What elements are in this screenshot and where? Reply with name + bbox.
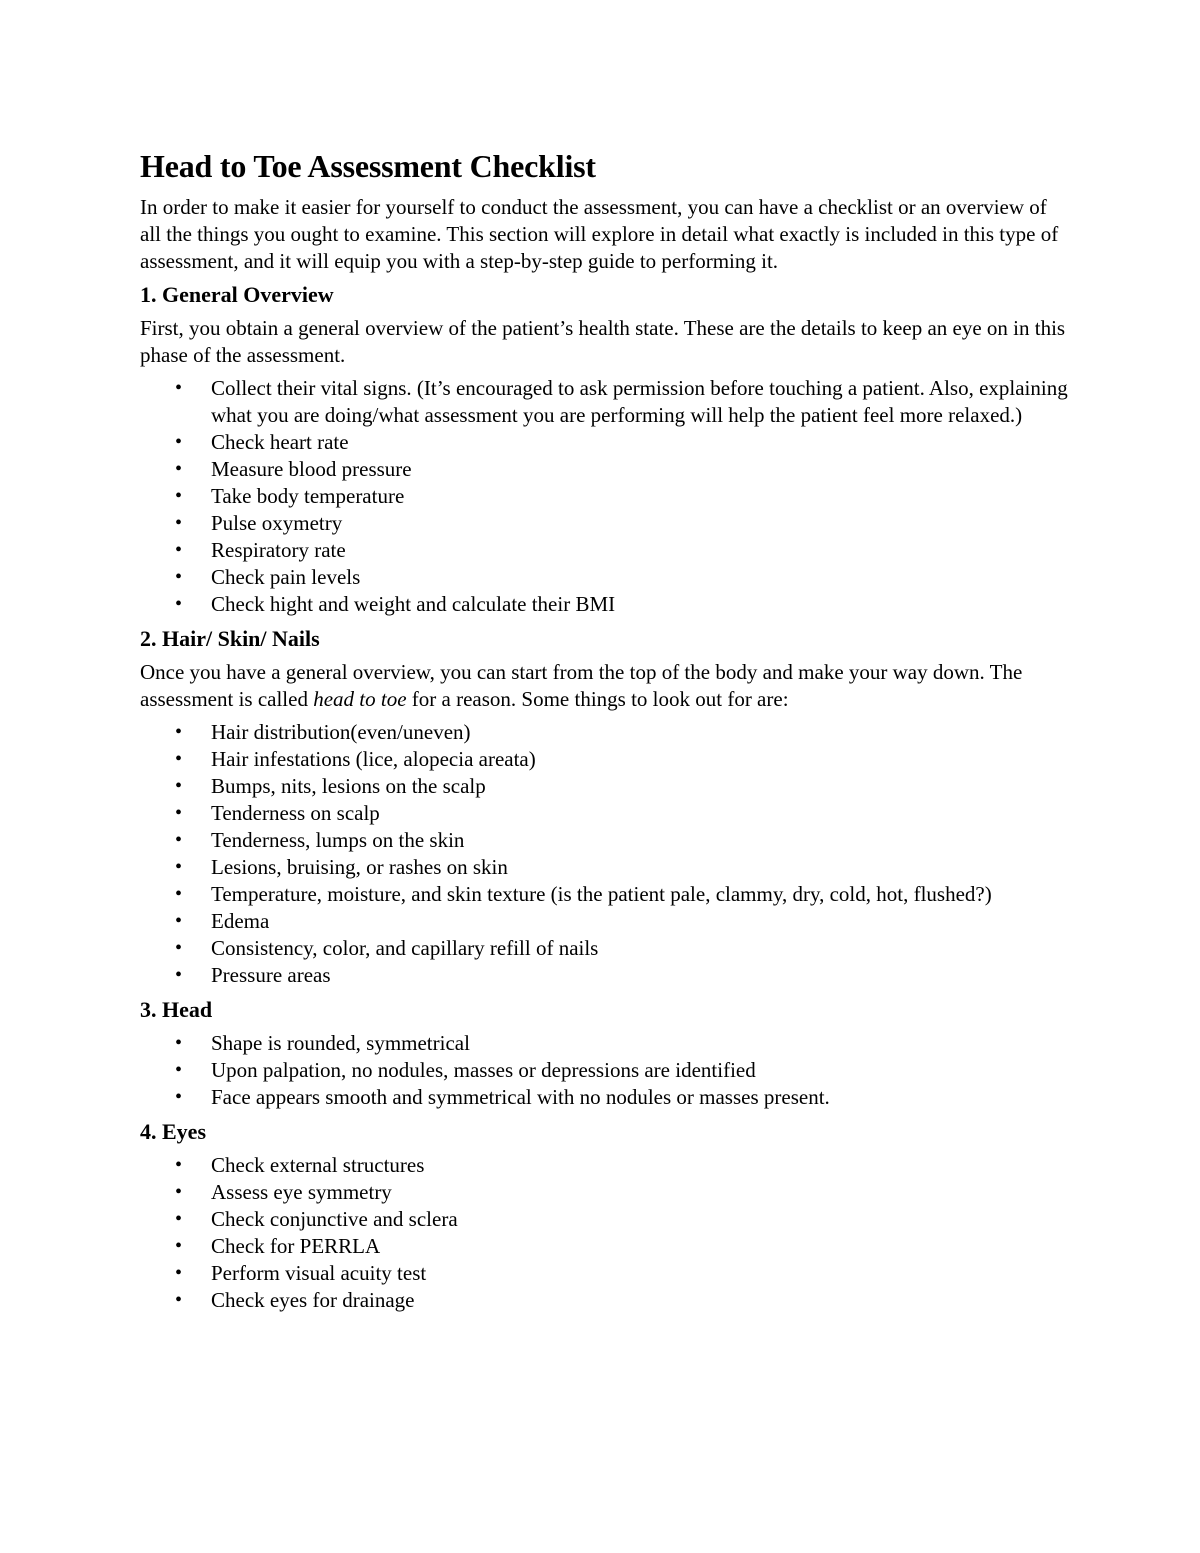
document-page: Head to Toe Assessment Checklist In orde… [140, 146, 1070, 1321]
bullet-icon: • [175, 1086, 183, 1108]
list-item: • Check for PERRLA [175, 1234, 381, 1258]
intro-paragraph: In order to make it easier for yourself … [140, 195, 1059, 273]
list-item: • Assess eye symmetry [175, 1180, 392, 1204]
list-item: • Consistency, color, and capillary refil… [175, 936, 599, 960]
bullet-icon: • [175, 539, 183, 561]
list-item: • Pressure areas [175, 963, 331, 987]
list-item: • Check external structures [175, 1153, 425, 1177]
section-general-overview: 1. General Overview First, you obtain a … [140, 281, 1070, 618]
bullet-icon: • [175, 1208, 183, 1230]
list-item: • Tenderness, lumps on the skin [175, 828, 465, 852]
bullet-icon: • [175, 883, 183, 905]
bullet-icon: • [175, 1059, 183, 1081]
list-item: • Edema [175, 909, 270, 933]
bullet-icon: • [175, 748, 183, 770]
section-head: 3. Head • Shape is rounded, symmetrical •… [140, 996, 1070, 1111]
section-paragraph: First, you obtain a general overview of … [140, 316, 1066, 367]
list-item: • Collect their vital signs. (It’s encour… [175, 376, 1068, 427]
bullet-icon: • [175, 431, 183, 453]
bullet-icon: • [175, 458, 183, 480]
list-item: • Respiratory rate [175, 538, 346, 562]
list-item: • Tenderness on scalp [175, 801, 380, 825]
bullet-icon: • [175, 721, 183, 743]
bullet-icon: • [175, 910, 183, 932]
list-item: • Check pain levels [175, 565, 361, 589]
section-heading: 3. Head [140, 997, 213, 1022]
bullet-icon: • [175, 1154, 183, 1176]
bullet-icon: • [175, 1032, 183, 1054]
italic-emphasis: head to toe [313, 687, 407, 711]
list-item: • Upon palpation, no nodules, masses or d… [175, 1058, 756, 1082]
bullet-icon: • [175, 856, 183, 878]
bullet-icon: • [175, 593, 183, 615]
bullet-icon: • [175, 1235, 183, 1257]
bullet-icon: • [175, 512, 183, 534]
list-item: • Check hight and weight and calculate th… [175, 592, 616, 616]
section-eyes: 4. Eyes • Check external structures • Asse… [140, 1118, 1070, 1314]
bullet-icon: • [175, 566, 183, 588]
checklist: • Check external structures • Assess eye s… [140, 1152, 1070, 1314]
bullet-icon: • [175, 1181, 183, 1203]
bullet-icon: • [175, 485, 183, 507]
list-item: • Hair infestations (lice, alopecia areat… [175, 747, 536, 771]
bullet-icon: • [175, 829, 183, 851]
section-hair-skin-nails: 2. Hair/ Skin/ Nails Once you have a gen… [140, 625, 1070, 989]
bullet-icon: • [175, 377, 183, 399]
list-item: • Perform visual acuity test [175, 1261, 427, 1285]
list-item: • Shape is rounded, symmetrical [175, 1031, 470, 1055]
list-item: • Check eyes for drainage [175, 1288, 415, 1312]
checklist: • Hair distribution(even/uneven) • Hair in… [140, 719, 1070, 989]
list-item: • Check conjunctive and sclera [175, 1207, 458, 1231]
section-heading: 4. Eyes [140, 1119, 206, 1144]
list-item: • Hair distribution(even/uneven) [175, 720, 471, 744]
bullet-icon: • [175, 937, 183, 959]
section-paragraph: Once you have a general overview, you ca… [140, 660, 1023, 711]
section-heading: 1. General Overview [140, 282, 334, 307]
bullet-icon: • [175, 1262, 183, 1284]
document-title: Head to Toe Assessment Checklist [140, 148, 596, 184]
section-heading: 2. Hair/ Skin/ Nails [140, 626, 320, 651]
checklist: • Shape is rounded, symmetrical • Upon pal… [140, 1030, 1070, 1111]
bullet-icon: • [175, 802, 183, 824]
list-item: • Bumps, nits, lesions on the scalp [175, 774, 486, 798]
bullet-icon: • [175, 964, 183, 986]
list-item: • Take body temperature [175, 484, 405, 508]
list-item: • Face appears smooth and symmetrical wit… [175, 1085, 830, 1109]
bullet-icon: • [175, 1289, 183, 1311]
checklist: • Collect their vital signs. (It’s encour… [140, 375, 1070, 618]
list-item: • Lesions, bruising, or rashes on skin [175, 855, 508, 879]
bullet-icon: • [175, 775, 183, 797]
list-item: • Pulse oxymetry [175, 511, 343, 535]
list-item: • Check heart rate [175, 430, 349, 454]
list-item: • Measure blood pressure [175, 457, 412, 481]
list-item: • Temperature, moisture, and skin texture… [175, 882, 992, 906]
